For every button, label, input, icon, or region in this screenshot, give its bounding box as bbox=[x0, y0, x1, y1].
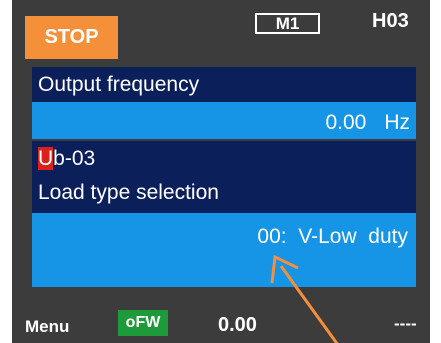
screen-code: H03 bbox=[372, 10, 409, 32]
monitor-unit: Hz bbox=[384, 111, 410, 134]
parameter-code-row[interactable]: Ub-03 bbox=[32, 141, 416, 179]
menu-softkey-label[interactable]: Menu bbox=[25, 317, 69, 337]
monitor-value: 0.00 bbox=[325, 111, 367, 134]
parameter-code-rest: b-03 bbox=[53, 147, 96, 170]
inverter-display: STOP M1 H03 Output frequency 0.00 Hz Ub-0… bbox=[12, 0, 430, 343]
mode-indicator: M1 bbox=[255, 13, 320, 34]
monitor-title: Output frequency bbox=[38, 73, 200, 96]
frequency-readout: 0.00 bbox=[218, 314, 257, 336]
run-state-badge: STOP bbox=[25, 16, 118, 59]
parameter-name: Load type selection bbox=[38, 181, 219, 204]
monitor-value-row: 0.00 Hz bbox=[32, 102, 416, 139]
status-bar: Menu oFW 0.00 ---- bbox=[12, 300, 430, 343]
softkey-placeholder: ---- bbox=[394, 314, 417, 333]
parameter-setting-value[interactable]: 00: V-Low duty bbox=[257, 225, 408, 248]
direction-badge: oFW bbox=[118, 310, 168, 336]
monitor-title-row: Output frequency bbox=[32, 67, 416, 102]
parameter-code-cursor[interactable]: U bbox=[38, 147, 54, 170]
parameter-name-row: Load type selection bbox=[32, 179, 416, 213]
parameter-setting-row[interactable]: 00: V-Low duty bbox=[32, 213, 416, 287]
